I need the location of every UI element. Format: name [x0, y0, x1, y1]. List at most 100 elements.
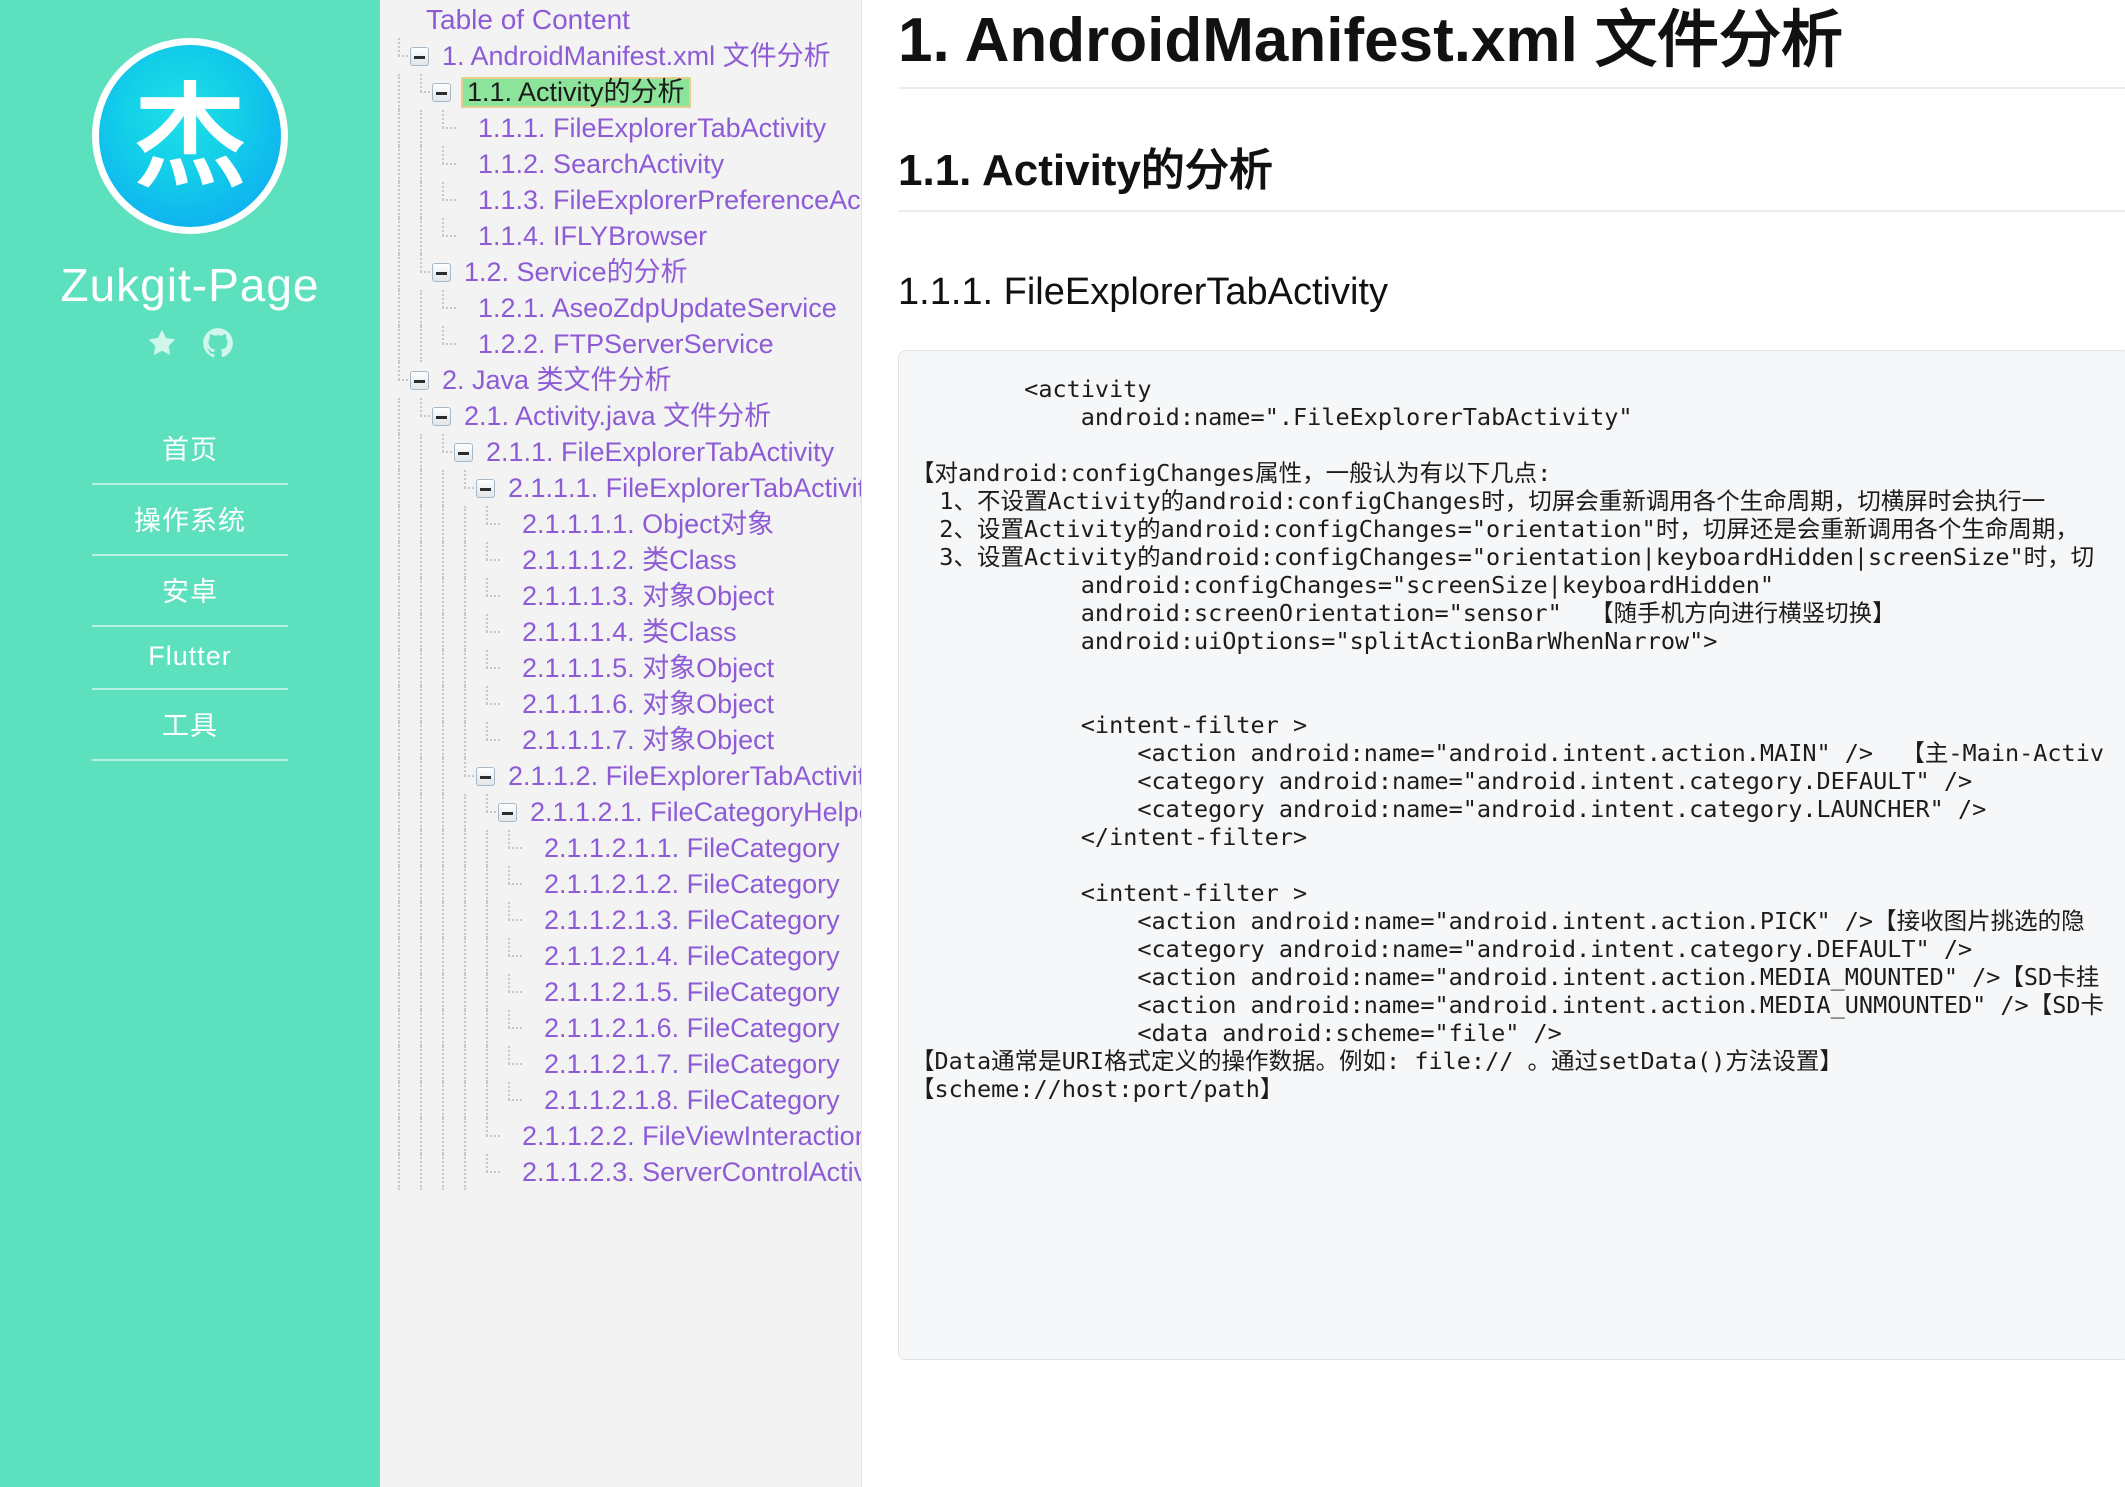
star-icon[interactable]: [145, 326, 179, 360]
toc-gap: [498, 722, 519, 758]
code-line: <action android:name="android.intent.act…: [911, 990, 2105, 1019]
toc-item[interactable]: 2.1.1.1.6. 对象Object: [388, 686, 861, 722]
sidebar-item-os[interactable]: 操作系统: [92, 485, 288, 556]
toc-item[interactable]: 1. AndroidManifest.xml 文件分析: [388, 38, 861, 74]
toc-collapse-toggle[interactable]: [432, 262, 451, 282]
toc-item-label[interactable]: 2.1.1.1.5. 对象Object: [519, 654, 777, 683]
toc-item[interactable]: 2.1. Activity.java 文件分析: [388, 398, 861, 434]
toc-item[interactable]: 1.2.1. AseoZdpUpdateService: [388, 290, 861, 326]
toc-item-label[interactable]: 2.1.1.1. FileExplorerTabActivity: [505, 474, 861, 503]
toc-collapse-toggle[interactable]: [410, 46, 429, 66]
toc-item[interactable]: 2.1.1.2. FileExplorerTabActivity: [388, 758, 861, 794]
toc-collapse-toggle[interactable]: [410, 370, 429, 390]
sidebar-item-flutter[interactable]: Flutter: [92, 627, 288, 690]
toc-item[interactable]: 1.2.2. FTPServerService: [388, 326, 861, 362]
toc-item[interactable]: 2.1.1.1.5. 对象Object: [388, 650, 861, 686]
toc-item-label[interactable]: 2.1. Activity.java 文件分析: [461, 402, 774, 431]
toc-gap: [498, 1154, 519, 1190]
toc-tree-guides: [388, 578, 500, 614]
code-line: <action android:name="android.intent.act…: [911, 906, 2085, 935]
toc-item-label[interactable]: 1.1.1. FileExplorerTabActivity: [475, 114, 829, 143]
toc-item[interactable]: 1.2. Service的分析: [388, 254, 861, 290]
toc-gap: [520, 866, 541, 902]
toc-item[interactable]: 2.1.1.1.4. 类Class: [388, 614, 861, 650]
toc-item-label[interactable]: 2. Java 类文件分析: [439, 366, 675, 395]
github-icon[interactable]: [201, 326, 235, 360]
toc-gap: [498, 542, 519, 578]
toc-gap: [520, 902, 541, 938]
toc-item-label[interactable]: 1.1.4. IFLYBrowser: [475, 222, 710, 251]
toc-item-label[interactable]: 2.1.1.2.2. FileViewInteractionHub: [519, 1122, 861, 1151]
toc-gap: [519, 794, 527, 830]
toc-item[interactable]: 2.1.1.2.1. FileCategoryHelper: [388, 794, 861, 830]
toc-item-label[interactable]: 2.1.1.2.1.5. FileCategory: [541, 978, 843, 1007]
toc-collapse-toggle[interactable]: [476, 478, 495, 498]
toc-tree-guides: [388, 182, 456, 218]
toc-item[interactable]: 2.1.1.2.1.5. FileCategory: [388, 974, 861, 1010]
toc-item[interactable]: 1.1.3. FileExplorerPreferenceActivity: [388, 182, 861, 218]
toc-item-label[interactable]: 2.1.1.1.1. Object对象: [519, 510, 777, 539]
toc-item-label[interactable]: 2.1.1.2.3. ServerControlActivity: [519, 1158, 861, 1187]
toc-item[interactable]: 2.1.1.1.2. 类Class: [388, 542, 861, 578]
toc-item-label[interactable]: 1.2.1. AseoZdpUpdateService: [475, 294, 840, 323]
toc-item-label[interactable]: 1.1.3. FileExplorerPreferenceActivity: [475, 186, 861, 215]
toc-item-label[interactable]: 1.1. Activity的分析: [461, 76, 691, 108]
sidebar-item-home[interactable]: 首页: [92, 414, 288, 485]
table-of-contents-panel[interactable]: Table of Content 1. AndroidManifest.xml …: [380, 0, 862, 1487]
toc-item[interactable]: 2.1.1. FileExplorerTabActivity: [388, 434, 861, 470]
toc-tree-guides: [388, 506, 500, 542]
toc-item[interactable]: 2.1.1.2.3. ServerControlActivity: [388, 1154, 861, 1190]
toc-item-label[interactable]: 2.1.1.2.1.3. FileCategory: [541, 906, 843, 935]
toc-item[interactable]: 2.1.1.2.1.3. FileCategory: [388, 902, 861, 938]
toc-item[interactable]: 2.1.1.2.1.2. FileCategory: [388, 866, 861, 902]
toc-collapse-toggle[interactable]: [432, 82, 451, 102]
toc-item[interactable]: 2.1.1.2.1.6. FileCategory: [388, 1010, 861, 1046]
toc-item[interactable]: 1.1.1. FileExplorerTabActivity: [388, 110, 861, 146]
toc-item-label[interactable]: 2.1.1.2.1.1. FileCategory: [541, 834, 843, 863]
toc-collapse-toggle[interactable]: [476, 766, 495, 786]
toc-item-label[interactable]: 2.1.1.2. FileExplorerTabActivity: [505, 762, 861, 791]
code-line: 【对android:configChanges属性，一般认为有以下几点:: [911, 458, 1552, 487]
toc-item-label[interactable]: 1.2. Service的分析: [461, 258, 691, 287]
toc-item[interactable]: 2.1.1.2.1.7. FileCategory: [388, 1046, 861, 1082]
sidebar: 杰 Zukgit-Page 首页 操作系统 安卓 Flutter 工具: [0, 0, 380, 1487]
toc-collapse-toggle[interactable]: [498, 802, 517, 822]
toc-item[interactable]: 2.1.1.2.1.1. FileCategory: [388, 830, 861, 866]
toc-tree-guides: [388, 74, 434, 110]
toc-item-label[interactable]: 2.1.1.1.7. 对象Object: [519, 726, 777, 755]
toc-collapse-toggle[interactable]: [432, 406, 451, 426]
toc-collapse-toggle[interactable]: [454, 442, 473, 462]
toc-item-label[interactable]: 2.1.1.1.4. 类Class: [519, 618, 740, 647]
sidebar-item-tools[interactable]: 工具: [92, 690, 288, 761]
toc-item[interactable]: 2.1.1.1.7. 对象Object: [388, 722, 861, 758]
toc-item[interactable]: 2.1.1.2.2. FileViewInteractionHub: [388, 1118, 861, 1154]
toc-item-label[interactable]: 2.1.1.2.1.7. FileCategory: [541, 1050, 843, 1079]
toc-item-label[interactable]: 2.1.1.2.1.8. FileCategory: [541, 1086, 843, 1115]
toc-item-label[interactable]: 1. AndroidManifest.xml 文件分析: [439, 42, 834, 71]
toc-item-label[interactable]: 2.1.1.2.1.2. FileCategory: [541, 870, 843, 899]
toc-item[interactable]: 2.1.1.2.1.4. FileCategory: [388, 938, 861, 974]
page-title: 1. AndroidManifest.xml 文件分析: [898, 4, 2125, 90]
toc-item[interactable]: 2. Java 类文件分析: [388, 362, 861, 398]
toc-item[interactable]: 2.1.1.1. FileExplorerTabActivity: [388, 470, 861, 506]
toc-item-label[interactable]: 1.1.2. SearchActivity: [475, 150, 727, 179]
code-block[interactable]: <activity android:name=".FileExplorerTab…: [898, 349, 2125, 1360]
toc-item[interactable]: 2.1.1.2.1.8. FileCategory: [388, 1082, 861, 1118]
toc-item-label[interactable]: 2.1.1.1.2. 类Class: [519, 546, 740, 575]
toc-item-label[interactable]: 2.1.1.2.1. FileCategoryHelper: [527, 798, 861, 827]
toc-item-label[interactable]: 2.1.1.2.1.4. FileCategory: [541, 942, 843, 971]
toc-item[interactable]: 2.1.1.1.3. 对象Object: [388, 578, 861, 614]
toc-item-label[interactable]: 1.2.2. FTPServerService: [475, 330, 777, 359]
toc-item[interactable]: 1.1.2. SearchActivity: [388, 146, 861, 182]
toc-tree-guides: [388, 1046, 522, 1082]
site-logo[interactable]: 杰: [92, 38, 288, 234]
toc-item[interactable]: 1.1. Activity的分析: [388, 74, 861, 110]
toc-item-label[interactable]: 2.1.1.1.3. 对象Object: [519, 582, 777, 611]
toc-item[interactable]: 2.1.1.1.1. Object对象: [388, 506, 861, 542]
toc-tree-guides: [388, 434, 456, 470]
sidebar-item-android[interactable]: 安卓: [92, 556, 288, 627]
toc-item-label[interactable]: 2.1.1.1.6. 对象Object: [519, 690, 777, 719]
toc-item[interactable]: 1.1.4. IFLYBrowser: [388, 218, 861, 254]
toc-item-label[interactable]: 2.1.1. FileExplorerTabActivity: [483, 438, 837, 467]
toc-item-label[interactable]: 2.1.1.2.1.6. FileCategory: [541, 1014, 843, 1043]
